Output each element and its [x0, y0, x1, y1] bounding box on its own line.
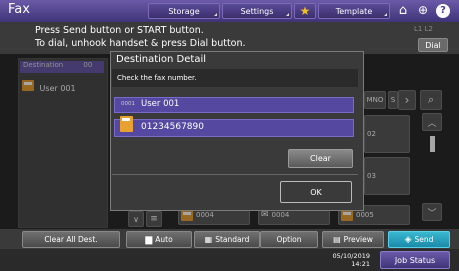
storage-button[interactable]: Storage — [148, 3, 220, 19]
preview-button[interactable]: ▤ Preview — [322, 231, 384, 248]
dialog-message: Check the fax number. — [117, 74, 197, 82]
time-text: 14:21 — [351, 260, 370, 268]
dialog-divider — [112, 174, 358, 175]
standard-label: Standard — [215, 235, 250, 244]
option-label: Option — [276, 235, 302, 244]
date-text: 05/10/2019 — [332, 252, 370, 260]
settings-button[interactable]: Settings — [222, 3, 292, 19]
dial-button[interactable]: Dial — [418, 38, 448, 52]
send-button[interactable]: ◈ Send — [388, 231, 450, 248]
standard-button[interactable]: ▦ Standard — [194, 231, 260, 248]
auto-label: Auto — [155, 235, 173, 244]
clear-all-label: Clear All Dest. — [44, 235, 98, 244]
app-title: Fax — [8, 2, 30, 17]
settings-label: Settings — [240, 6, 274, 16]
menu-indicator-icon — [214, 13, 217, 16]
favorite-star-icon[interactable]: ★ — [294, 3, 316, 19]
menu-indicator-icon — [286, 13, 289, 16]
language-globe-icon[interactable]: ⊕ — [414, 3, 432, 19]
auto-button[interactable]: ▆ Auto — [126, 231, 192, 248]
home-icon[interactable]: ⌂ — [394, 3, 412, 19]
dialog-title: Destination Detail — [116, 54, 207, 65]
preview-label: Preview — [343, 235, 373, 244]
storage-label: Storage — [168, 6, 200, 16]
template-button[interactable]: Template — [318, 3, 390, 19]
message-line-2: To dial, unhook handset & press Dial but… — [35, 38, 246, 49]
preview-icon: ▤ — [333, 235, 341, 244]
row-index: 0001 — [121, 101, 135, 107]
date-time: 05/10/2019 14:21 — [316, 252, 370, 268]
row-label: User 001 — [141, 99, 180, 109]
resolution-icon: ▦ — [204, 235, 213, 244]
clear-all-destinations-button[interactable]: Clear All Dest. — [22, 231, 120, 248]
send-label: Send — [414, 235, 434, 244]
auto-icon: ▆ — [145, 234, 153, 245]
line-indicator-icon: L1 L2 — [414, 25, 433, 33]
fax-number-label: 01234567890 — [141, 122, 204, 132]
clear-button[interactable]: Clear — [288, 149, 353, 168]
help-icon[interactable]: ? — [436, 4, 450, 18]
option-button[interactable]: Option — [260, 231, 318, 248]
ok-button[interactable]: OK — [280, 181, 352, 203]
send-icon: ◈ — [404, 234, 412, 245]
template-label: Template — [335, 6, 373, 16]
job-status-button[interactable]: Job Status — [380, 251, 450, 269]
menu-indicator-icon — [384, 13, 387, 16]
message-line-1: Press Send button or START button. — [35, 25, 204, 36]
fax-icon — [120, 116, 133, 136]
